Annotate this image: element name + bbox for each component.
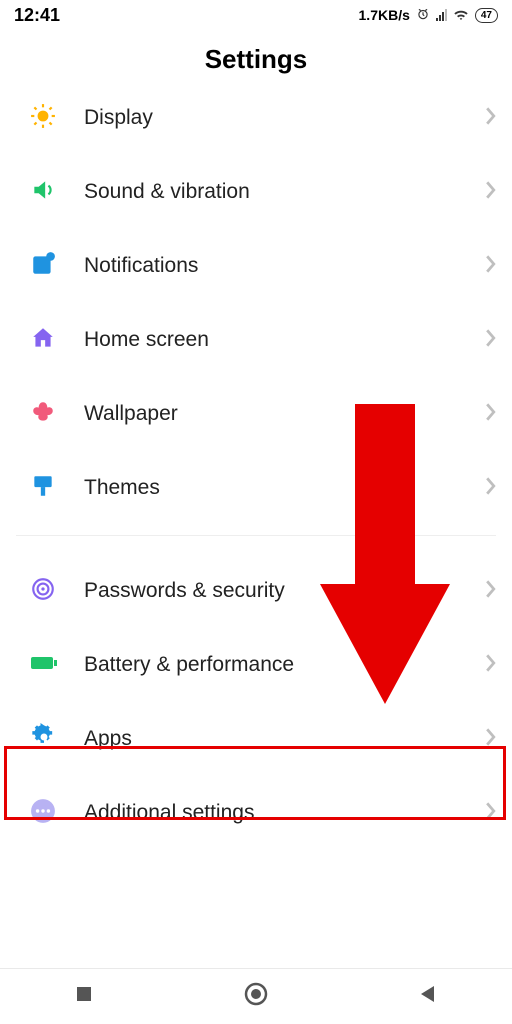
status-time: 12:41 [14, 5, 60, 26]
section-divider [16, 535, 496, 536]
wifi-icon [453, 7, 469, 23]
item-label: Themes [84, 476, 485, 500]
nav-back-button[interactable] [418, 984, 438, 1009]
more-icon [30, 798, 56, 829]
chevron-right-icon [485, 580, 496, 603]
chevron-right-icon [485, 403, 496, 426]
chevron-right-icon [485, 107, 496, 130]
sun-icon [30, 103, 56, 134]
item-notifications[interactable]: Notifications [0, 229, 512, 303]
battery-perf-icon [30, 654, 58, 677]
chevron-right-icon [485, 802, 496, 825]
item-label: Battery & performance [84, 653, 485, 677]
nav-home-button[interactable] [243, 981, 269, 1012]
status-net-speed: 1.7KB/s [359, 7, 410, 23]
status-bar: 12:41 1.7KB/s 47 [0, 0, 512, 30]
item-label: Display [84, 106, 485, 130]
chevron-right-icon [485, 728, 496, 751]
item-apps[interactable]: Apps [0, 702, 512, 776]
item-themes[interactable]: Themes [0, 451, 512, 525]
chevron-right-icon [485, 255, 496, 278]
item-label: Home screen [84, 328, 485, 352]
flower-icon [30, 399, 56, 430]
chevron-right-icon [485, 329, 496, 352]
item-passwords[interactable]: Passwords & security [0, 554, 512, 628]
item-sound[interactable]: Sound & vibration [0, 155, 512, 229]
navigation-bar [0, 968, 512, 1024]
item-home[interactable]: Home screen [0, 303, 512, 377]
alarm-icon [416, 7, 430, 24]
notifications-icon [30, 251, 56, 282]
chevron-right-icon [485, 654, 496, 677]
speaker-icon [30, 177, 56, 208]
chevron-right-icon [485, 181, 496, 204]
item-wallpaper[interactable]: Wallpaper [0, 377, 512, 451]
item-label: Sound & vibration [84, 180, 485, 204]
gear-icon [30, 723, 58, 756]
item-label: Additional settings [84, 801, 485, 825]
chevron-right-icon [485, 477, 496, 500]
brush-icon [30, 473, 56, 504]
fingerprint-icon [30, 576, 56, 607]
item-label: Passwords & security [84, 579, 485, 603]
settings-list: Display Sound & vibration Notifications … [0, 81, 512, 968]
page-title: Settings [0, 44, 512, 75]
item-battery[interactable]: Battery & performance [0, 628, 512, 702]
signal-icon [436, 9, 447, 21]
item-label: Wallpaper [84, 402, 485, 426]
home-icon [30, 325, 56, 356]
item-additional[interactable]: Additional settings [0, 776, 512, 850]
status-right: 1.7KB/s 47 [359, 7, 498, 24]
item-label: Apps [84, 727, 485, 751]
item-label: Notifications [84, 254, 485, 278]
nav-recents-button[interactable] [74, 984, 94, 1009]
item-display[interactable]: Display [0, 81, 512, 155]
battery-icon: 47 [475, 8, 498, 23]
